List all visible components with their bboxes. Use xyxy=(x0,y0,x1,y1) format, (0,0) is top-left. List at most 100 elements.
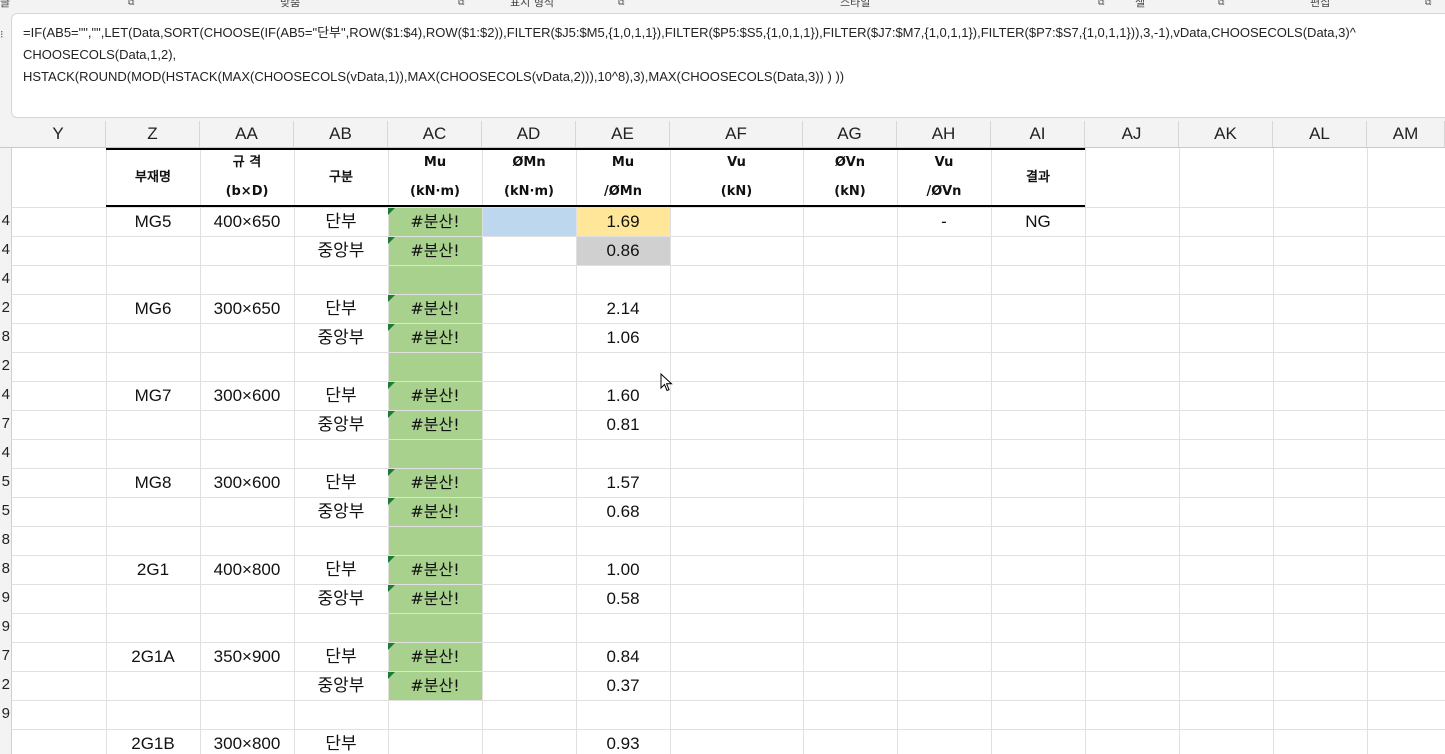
cell-mu[interactable]: #분산! xyxy=(388,207,482,236)
cell-ratio[interactable]: 0.68 xyxy=(576,497,670,526)
column-header-ai[interactable]: AI xyxy=(991,121,1085,147)
cell-ratio[interactable]: 0.37 xyxy=(576,671,670,700)
row-header[interactable]: 4 xyxy=(2,270,10,287)
cell-ratio[interactable]: 0.86 xyxy=(576,236,670,265)
column-header-y[interactable]: Y xyxy=(11,121,106,147)
error-triangle-icon[interactable] xyxy=(388,585,395,592)
row-header[interactable]: 8 xyxy=(2,560,10,577)
cell-size[interactable]: 400×800 xyxy=(200,555,294,584)
cell-type[interactable]: 단부 xyxy=(294,294,388,323)
error-triangle-icon[interactable] xyxy=(388,498,395,505)
dialog-launcher-icon[interactable]: ⧉ xyxy=(1218,0,1224,8)
column-header-ag[interactable]: AG xyxy=(803,121,897,147)
cell-member[interactable]: 2G1 xyxy=(106,555,200,584)
cell-type[interactable]: 중앙부 xyxy=(294,584,388,613)
cell-type[interactable]: 중앙부 xyxy=(294,236,388,265)
row-header[interactable]: 4 xyxy=(2,386,10,403)
cell-mu[interactable]: #분산! xyxy=(388,381,482,410)
error-triangle-icon[interactable] xyxy=(388,643,395,650)
column-header-z[interactable]: Z xyxy=(106,121,200,147)
cell-size[interactable]: 300×600 xyxy=(200,381,294,410)
cell-member[interactable]: 2G1A xyxy=(106,642,200,671)
cell-type[interactable]: 단부 xyxy=(294,555,388,584)
cell-type[interactable]: 단부 xyxy=(294,468,388,497)
column-header-ab[interactable]: AB xyxy=(294,121,388,147)
cell-mu[interactable]: #분산! xyxy=(388,555,482,584)
dialog-launcher-icon[interactable]: ⧉ xyxy=(1425,0,1431,8)
cell-type[interactable]: 중앙부 xyxy=(294,323,388,352)
dialog-launcher-icon[interactable]: ⧉ xyxy=(1098,0,1104,8)
cell-type[interactable]: 단부 xyxy=(294,381,388,410)
row-header[interactable]: 5 xyxy=(2,473,10,490)
column-header-ak[interactable]: AK xyxy=(1179,121,1273,147)
cell-member[interactable]: MG7 xyxy=(106,381,200,410)
column-header-ah[interactable]: AH xyxy=(897,121,991,147)
row-header[interactable]: 4 xyxy=(2,212,10,229)
row-header[interactable]: 5 xyxy=(2,502,10,519)
cell-mu[interactable]: #분산! xyxy=(388,497,482,526)
error-triangle-icon[interactable] xyxy=(388,556,395,563)
row-header[interactable]: 8 xyxy=(2,531,10,548)
cell-mu[interactable]: #분산! xyxy=(388,323,482,352)
error-triangle-icon[interactable] xyxy=(388,382,395,389)
column-header-al[interactable]: AL xyxy=(1273,121,1367,147)
row-header[interactable]: 7 xyxy=(2,647,10,664)
cell-size[interactable]: 350×900 xyxy=(200,642,294,671)
cell-mu[interactable]: #분산! xyxy=(388,584,482,613)
cell-mu[interactable]: #분산! xyxy=(388,294,482,323)
error-triangle-icon[interactable] xyxy=(388,295,395,302)
cell-type[interactable]: 단부 xyxy=(294,207,388,236)
cell-ratio[interactable]: 2.14 xyxy=(576,294,670,323)
error-triangle-icon[interactable] xyxy=(388,469,395,476)
error-triangle-icon[interactable] xyxy=(388,324,395,331)
column-header-aj[interactable]: AJ xyxy=(1085,121,1179,147)
row-header[interactable]: 2 xyxy=(2,676,10,693)
cell-member[interactable]: MG8 xyxy=(106,468,200,497)
error-triangle-icon[interactable] xyxy=(388,672,395,679)
column-header-ac[interactable]: AC xyxy=(388,121,482,147)
formula-bar-expand-icon[interactable]: ⁝ xyxy=(0,28,9,41)
cell-size[interactable]: 300×600 xyxy=(200,468,294,497)
cell-type[interactable]: 단부 xyxy=(294,642,388,671)
selected-cell-fill[interactable] xyxy=(482,207,576,236)
row-header[interactable]: 2 xyxy=(2,357,10,374)
cell-ratio[interactable]: 0.81 xyxy=(576,410,670,439)
column-header-ad[interactable]: AD xyxy=(482,121,576,147)
cell-ratio[interactable]: 1.60 xyxy=(576,381,670,410)
column-header-af[interactable]: AF xyxy=(670,121,803,147)
column-header-ae[interactable]: AE xyxy=(576,121,670,147)
cell-mu[interactable]: #분산! xyxy=(388,236,482,265)
cell-mu[interactable]: #분산! xyxy=(388,410,482,439)
cell-mu[interactable]: #분산! xyxy=(388,468,482,497)
row-header[interactable]: 7 xyxy=(2,415,10,432)
row-header[interactable]: 9 xyxy=(2,589,10,606)
dialog-launcher-icon[interactable]: ⧉ xyxy=(128,0,134,8)
cell-result[interactable]: NG xyxy=(991,207,1085,236)
cell-ratio[interactable]: 1.00 xyxy=(576,555,670,584)
row-header[interactable]: 9 xyxy=(2,705,10,722)
row-header[interactable]: 8 xyxy=(2,328,10,345)
column-header-am[interactable]: AM xyxy=(1367,121,1445,147)
cell-ratio[interactable]: 0.58 xyxy=(576,584,670,613)
cell-member[interactable]: 2G1B xyxy=(106,729,200,754)
cell-ratio[interactable]: 0.84 xyxy=(576,642,670,671)
row-header[interactable]: 4 xyxy=(2,444,10,461)
sheet-grid[interactable]: 부재명 규 격 (b×D) 구분 Mu (kN·m) ØMn (kN·m) Mu/ØMn Vu (k… xyxy=(11,148,1445,754)
cell-ratio[interactable]: 1.69 xyxy=(576,207,670,236)
cell-size[interactable]: 300×800 xyxy=(200,729,294,754)
column-header-aa[interactable]: AA xyxy=(200,121,294,147)
cell-type[interactable]: 단부 xyxy=(294,729,388,754)
cell-type[interactable]: 중앙부 xyxy=(294,671,388,700)
row-header[interactable]: 2 xyxy=(2,299,10,316)
error-triangle-icon[interactable] xyxy=(388,411,395,418)
cell-size[interactable]: 300×650 xyxy=(200,294,294,323)
cell-vratio[interactable]: - xyxy=(897,207,991,236)
row-header[interactable]: 4 xyxy=(2,241,10,258)
dialog-launcher-icon[interactable]: ⧉ xyxy=(618,0,624,8)
error-triangle-icon[interactable] xyxy=(388,208,395,215)
cell-size[interactable]: 400×650 xyxy=(200,207,294,236)
dialog-launcher-icon[interactable]: ⧉ xyxy=(458,0,464,8)
cell-mu[interactable]: #분산! xyxy=(388,671,482,700)
cell-type[interactable]: 중앙부 xyxy=(294,497,388,526)
cell-ratio[interactable]: 1.06 xyxy=(576,323,670,352)
